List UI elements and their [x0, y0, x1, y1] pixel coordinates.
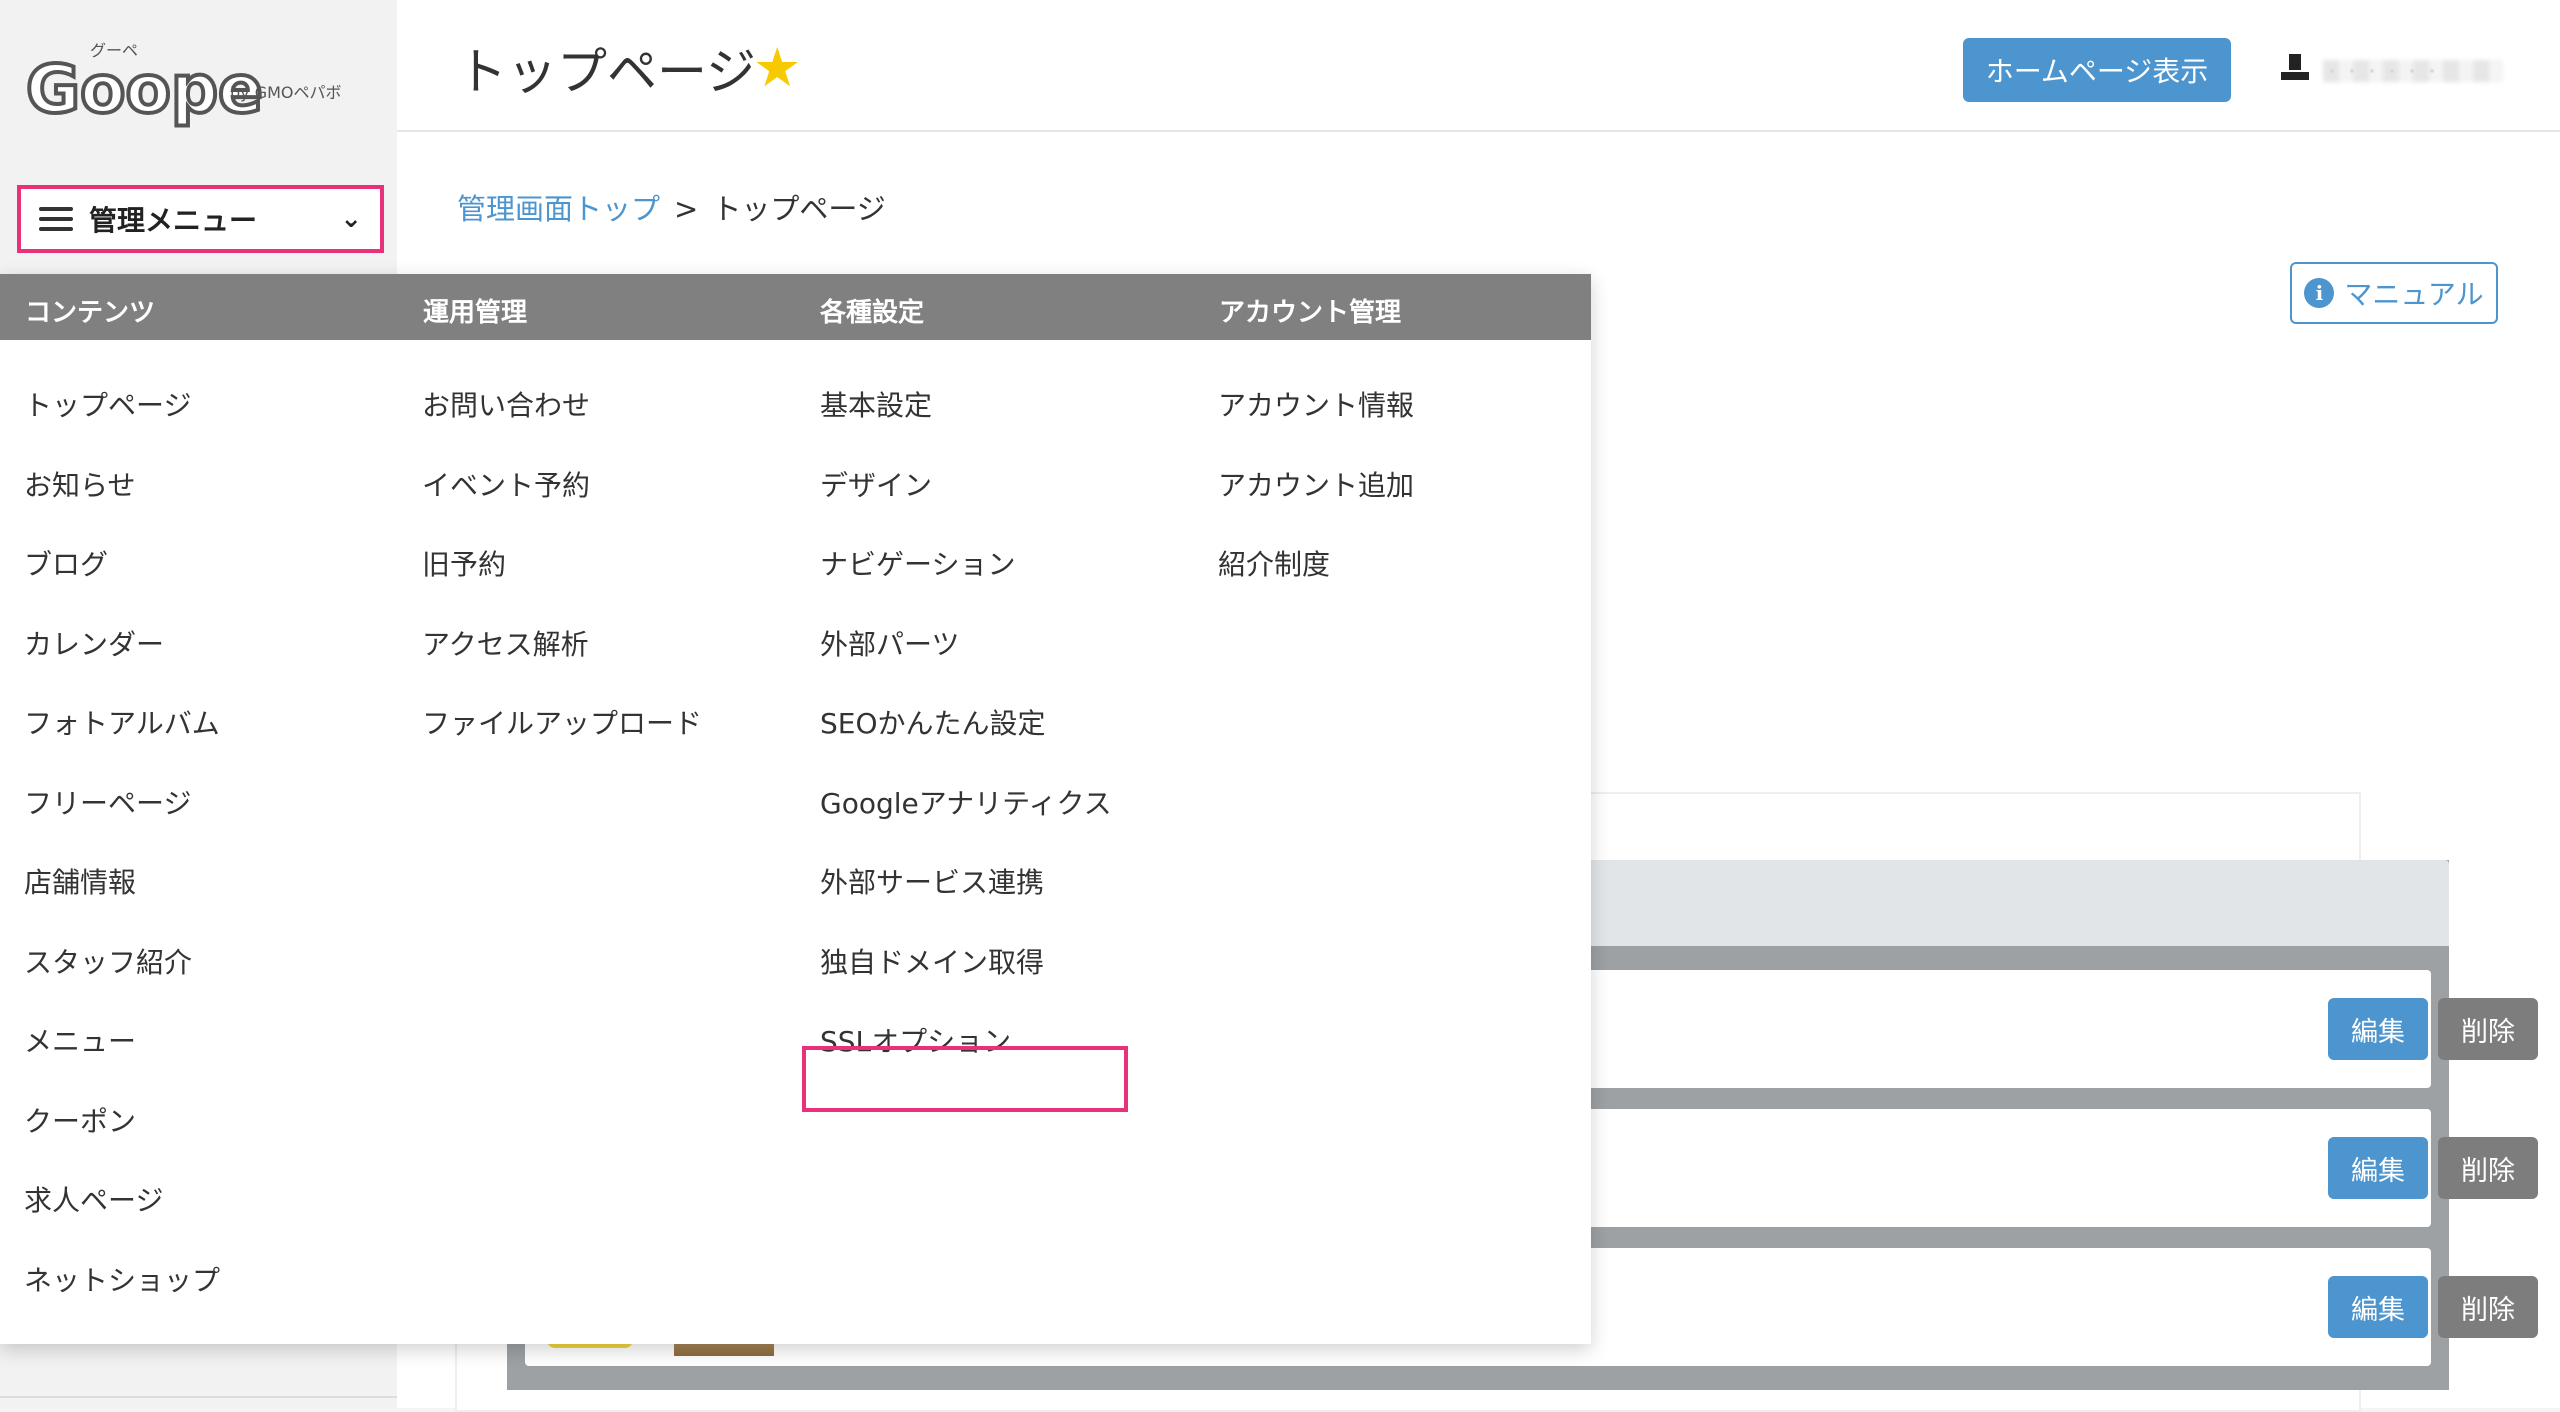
menu-item-recruit[interactable]: 求人ページ — [24, 1179, 220, 1259]
menu-item-net-shop[interactable]: ネットショップ — [24, 1259, 220, 1339]
menu-item-contact[interactable]: お問い合わせ — [422, 384, 702, 464]
menu-column-contents: トップページ お知らせ ブログ カレンダー フォトアルバム フリーページ 店舗情… — [24, 384, 220, 1338]
menu-item-menu[interactable]: メニュー — [24, 1020, 220, 1100]
google-analytics-highlight — [802, 1046, 1128, 1112]
menu-item-access-analytics[interactable]: アクセス解析 — [422, 623, 702, 703]
header: トップページ ★ ホームページ表示 ・・・・・・ — [397, 0, 2560, 132]
user-icon[interactable] — [2281, 54, 2309, 86]
column-heading-account: アカウント管理 — [1219, 298, 1402, 328]
manual-button-label: マニュアル — [2344, 278, 2484, 311]
admin-mega-menu: コンテンツ 運用管理 各種設定 アカウント管理 トップページ お知らせ ブログ … — [0, 274, 1591, 1344]
menu-item-old-reservation[interactable]: 旧予約 — [422, 543, 702, 623]
menu-column-operations: お問い合わせ イベント予約 旧予約 アクセス解析 ファイルアップロード — [422, 384, 702, 782]
menu-item-custom-domain[interactable]: 独自ドメイン取得 — [820, 941, 1112, 1021]
menu-item-top-page[interactable]: トップページ — [24, 384, 220, 464]
logo-wordmark: Goope — [26, 51, 263, 128]
menu-item-store-info[interactable]: 店舗情報 — [24, 861, 220, 941]
edit-button[interactable]: 編集 — [2328, 1276, 2428, 1338]
menu-item-seo-settings[interactable]: SEOかんたん設定 — [820, 702, 1112, 782]
mega-menu-header: コンテンツ 運用管理 各種設定 アカウント管理 — [0, 274, 1591, 340]
menu-item-external-services[interactable]: 外部サービス連携 — [820, 861, 1112, 941]
logo-byline: by GMOペパボ — [230, 83, 342, 102]
delete-button[interactable]: 削除 — [2438, 1137, 2538, 1199]
chevron-down-icon: ⌄ — [340, 204, 362, 234]
column-heading-operations: 運用管理 — [423, 298, 528, 328]
menu-item-account-info[interactable]: アカウント情報 — [1218, 384, 1414, 464]
menu-item-external-parts[interactable]: 外部パーツ — [820, 623, 1112, 703]
breadcrumb-home-link[interactable]: 管理画面トップ — [457, 192, 660, 226]
admin-menu-label: 管理メニュー — [89, 204, 258, 237]
edit-button[interactable]: 編集 — [2328, 1137, 2428, 1199]
menu-column-account: アカウント情報 アカウント追加 紹介制度 — [1218, 384, 1414, 623]
menu-item-referral[interactable]: 紹介制度 — [1218, 543, 1414, 623]
menu-item-design[interactable]: デザイン — [820, 464, 1112, 544]
menu-item-event-reservation[interactable]: イベント予約 — [422, 464, 702, 544]
edit-button[interactable]: 編集 — [2328, 998, 2428, 1060]
menu-item-google-analytics[interactable]: Googleアナリティクス — [820, 782, 1112, 862]
menu-item-photo-album[interactable]: フォトアルバム — [24, 702, 220, 782]
menu-item-free-page[interactable]: フリーページ — [24, 782, 220, 862]
menu-item-staff[interactable]: スタッフ紹介 — [24, 941, 220, 1021]
breadcrumb-current: トップページ — [712, 192, 886, 226]
menu-item-basic-settings[interactable]: 基本設定 — [820, 384, 1112, 464]
menu-item-navigation[interactable]: ナビゲーション — [820, 543, 1112, 623]
view-homepage-button[interactable]: ホームページ表示 — [1963, 38, 2231, 102]
menu-item-add-account[interactable]: アカウント追加 — [1218, 464, 1414, 544]
delete-button[interactable]: 削除 — [2438, 1276, 2538, 1338]
menu-item-coupon[interactable]: クーポン — [24, 1100, 220, 1180]
star-icon[interactable]: ★ — [753, 36, 801, 99]
user-name: ・・・・・・ — [2323, 62, 2443, 83]
admin-menu-toggle[interactable]: 管理メニュー ⌄ — [17, 185, 384, 253]
column-heading-settings: 各種設定 — [820, 298, 925, 328]
menu-item-news[interactable]: お知らせ — [24, 464, 220, 544]
menu-item-blog[interactable]: ブログ — [24, 543, 220, 623]
info-icon: i — [2304, 278, 2335, 308]
manual-button[interactable]: i マニュアル — [2290, 262, 2498, 324]
hamburger-icon — [39, 207, 73, 231]
goope-logo[interactable]: グーペ Goope by GMOペパボ — [26, 34, 376, 134]
column-heading-contents: コンテンツ — [25, 298, 156, 328]
menu-item-file-upload[interactable]: ファイルアップロード — [422, 702, 702, 782]
menu-column-settings: 基本設定 デザイン ナビゲーション 外部パーツ SEOかんたん設定 Google… — [820, 384, 1112, 1100]
breadcrumb-separator: > — [674, 192, 699, 226]
sidebar-divider — [0, 1396, 397, 1398]
delete-button[interactable]: 削除 — [2438, 998, 2538, 1060]
page-title: トップページ — [457, 43, 756, 101]
breadcrumb: 管理画面トップ > トップページ — [457, 186, 886, 228]
menu-item-calendar[interactable]: カレンダー — [24, 623, 220, 703]
